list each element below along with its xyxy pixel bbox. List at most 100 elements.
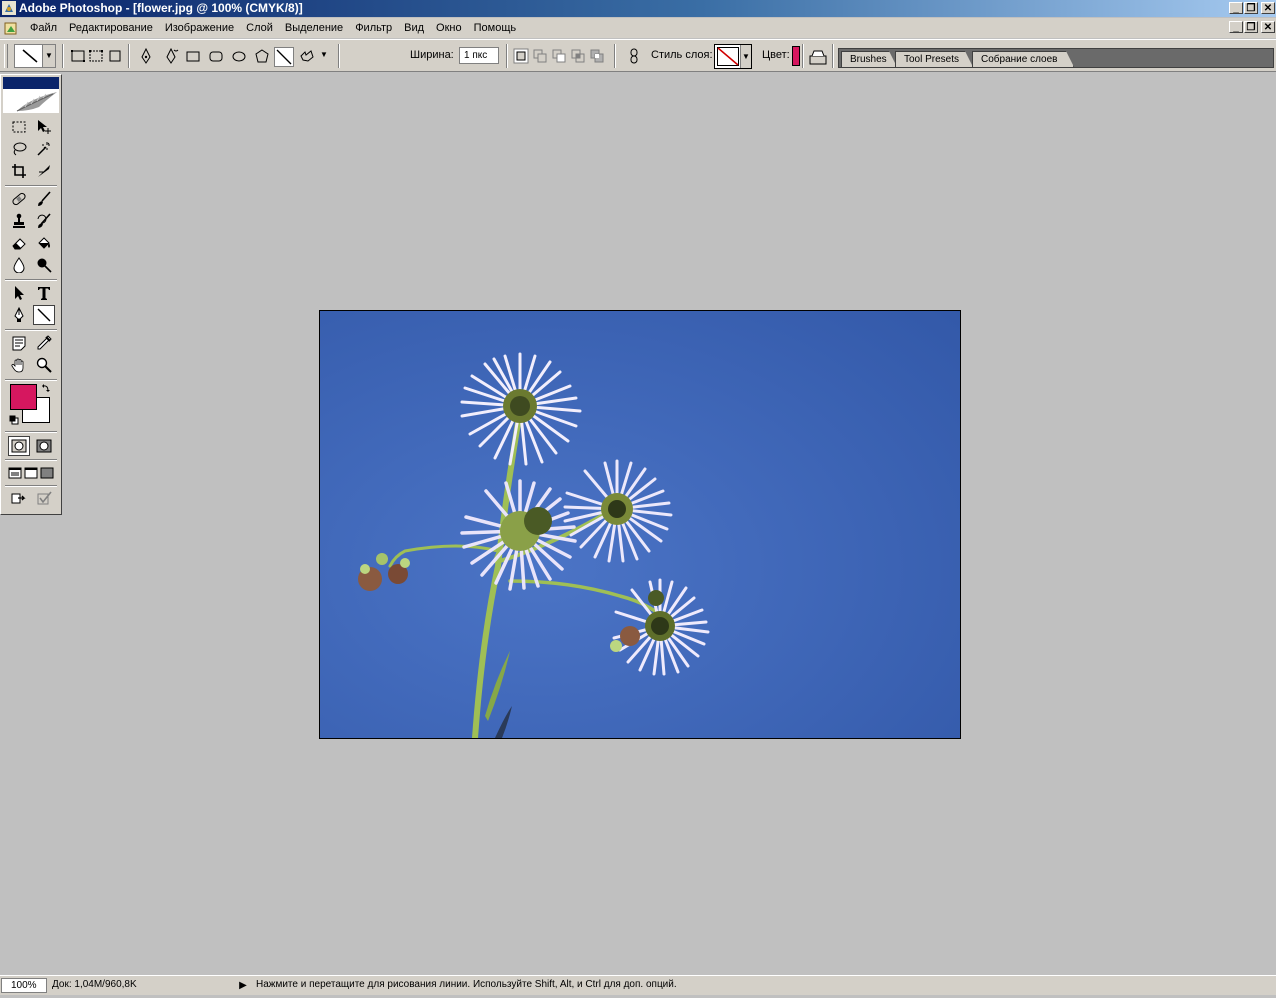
history-brush-tool[interactable] — [33, 211, 55, 231]
menu-filter[interactable]: Фильтр — [349, 18, 398, 38]
standard-mode-button[interactable] — [8, 436, 30, 456]
magic-wand-tool[interactable] — [33, 139, 55, 159]
move-tool[interactable] — [33, 117, 55, 137]
ellipse-tool-icon[interactable] — [231, 48, 247, 64]
blur-tool[interactable] — [8, 255, 30, 275]
menu-select[interactable]: Выделение — [279, 18, 349, 38]
line-tool[interactable] — [33, 305, 55, 325]
freeform-pen-icon[interactable] — [163, 48, 179, 64]
bandage-icon — [12, 192, 26, 206]
tab-tool-presets[interactable]: Tool Presets — [895, 51, 973, 67]
menu-bar: Файл Редактирование Изображение Слой Выд… — [0, 18, 1276, 38]
options-grip[interactable] — [4, 44, 8, 68]
path-selection-icon — [15, 286, 24, 300]
default-colors-icon[interactable] — [9, 415, 19, 425]
eyedropper-tool[interactable] — [33, 333, 55, 353]
foreground-color-swatch[interactable] — [10, 384, 37, 410]
screen-mode-standard-icon — [8, 467, 22, 479]
path-selection-tool[interactable] — [8, 283, 30, 303]
zoom-tool[interactable] — [33, 355, 55, 375]
doc-minimize-button[interactable]: _ — [1229, 21, 1243, 33]
shape-layers-icon[interactable] — [70, 48, 86, 64]
status-menu-arrow-icon[interactable]: ▶ — [236, 979, 250, 992]
paths-icon[interactable] — [88, 48, 104, 64]
chevron-down-icon[interactable]: ▼ — [740, 45, 751, 68]
pen-tool-icon[interactable] — [138, 48, 154, 64]
rectangle-tool-icon[interactable] — [185, 48, 201, 64]
pen-tool[interactable] — [8, 305, 30, 325]
doc-close-button[interactable]: ✕ — [1261, 21, 1275, 33]
jump-to-icon — [11, 493, 26, 504]
rectangular-marquee-icon — [12, 121, 26, 133]
chevron-down-icon[interactable]: ▼ — [42, 45, 55, 67]
crop-tool[interactable] — [8, 161, 30, 181]
tab-brushes[interactable]: Brushes — [841, 51, 897, 67]
minimize-button[interactable]: _ — [1229, 2, 1243, 14]
width-field[interactable]: 1 пкс — [459, 47, 499, 64]
slice-tool[interactable] — [33, 161, 55, 181]
document-canvas[interactable] — [319, 310, 961, 739]
move-icon — [38, 120, 51, 134]
marquee-tool[interactable] — [8, 117, 30, 137]
checkbox-tool[interactable] — [33, 488, 55, 508]
document-icon[interactable] — [3, 20, 19, 36]
history-brush-icon — [37, 213, 51, 228]
color-swatch[interactable] — [792, 46, 800, 66]
menu-edit[interactable]: Редактирование — [63, 18, 159, 38]
paint-bucket-tool[interactable] — [33, 233, 55, 253]
eraser-tool[interactable] — [8, 233, 30, 253]
doc-restore-button[interactable]: ❐ — [1244, 21, 1258, 33]
link-icon[interactable] — [626, 48, 642, 64]
line-icon — [276, 49, 292, 65]
menu-view[interactable]: Вид — [398, 18, 430, 38]
create-new-shape-layer-icon[interactable] — [513, 48, 529, 64]
shape-options-chevron-icon[interactable]: ▼ — [320, 50, 328, 59]
intersect-shape-areas-icon[interactable] — [570, 48, 586, 64]
hand-tool[interactable] — [8, 355, 30, 375]
clone-stamp-tool[interactable] — [8, 211, 30, 231]
layer-style-picker[interactable]: ▼ — [714, 44, 752, 69]
close-button[interactable]: ✕ — [1261, 2, 1275, 14]
file-browser-icon[interactable] — [808, 47, 828, 67]
tool-preset-picker[interactable]: ▼ — [14, 44, 56, 68]
polygon-tool-icon[interactable] — [254, 48, 270, 64]
type-tool[interactable] — [33, 283, 55, 303]
rounded-rectangle-icon[interactable] — [208, 48, 224, 64]
exclude-overlapping-areas-icon[interactable] — [589, 48, 605, 64]
adobe-online-logo[interactable] — [3, 89, 59, 113]
brush-icon — [38, 191, 51, 206]
quick-mask-mode-button[interactable] — [33, 436, 55, 456]
width-label: Ширина: — [410, 49, 454, 61]
zoom-field[interactable]: 100% — [1, 978, 47, 993]
restore-button[interactable]: ❐ — [1244, 2, 1258, 14]
fill-pixels-icon[interactable] — [107, 48, 123, 64]
photoshop-app-icon[interactable] — [2, 1, 16, 15]
lasso-tool[interactable] — [8, 139, 30, 159]
full-screen-mode-button[interactable] — [38, 463, 56, 483]
swap-colors-icon[interactable] — [41, 383, 51, 393]
menu-help[interactable]: Помощь — [468, 18, 523, 38]
tab-layer-comps[interactable]: Собрание слоев — [972, 51, 1074, 67]
toolbox-title-bar[interactable] — [3, 77, 59, 89]
toolbox-separator — [5, 379, 57, 381]
menu-window[interactable]: Окно — [430, 18, 468, 38]
separator — [506, 44, 508, 68]
line-tool-option[interactable] — [274, 47, 294, 67]
color-label: Цвет: — [762, 49, 790, 61]
healing-brush-tool[interactable] — [8, 189, 30, 209]
subtract-from-shape-area-icon[interactable] — [551, 48, 567, 64]
jump-to-imageready-button[interactable] — [8, 488, 30, 508]
dodge-tool[interactable] — [33, 255, 55, 275]
menu-layer[interactable]: Слой — [240, 18, 279, 38]
notes-tool[interactable] — [8, 333, 30, 353]
custom-shape-icon[interactable] — [299, 48, 315, 64]
toolbox-separator — [5, 185, 57, 187]
menu-image[interactable]: Изображение — [159, 18, 240, 38]
brush-tool[interactable] — [33, 189, 55, 209]
add-to-shape-area-icon[interactable] — [532, 48, 548, 64]
separator — [614, 44, 616, 68]
lasso-icon — [13, 142, 27, 156]
stamp-icon — [13, 213, 25, 228]
no-style-icon — [717, 47, 739, 66]
menu-file[interactable]: Файл — [24, 18, 63, 38]
